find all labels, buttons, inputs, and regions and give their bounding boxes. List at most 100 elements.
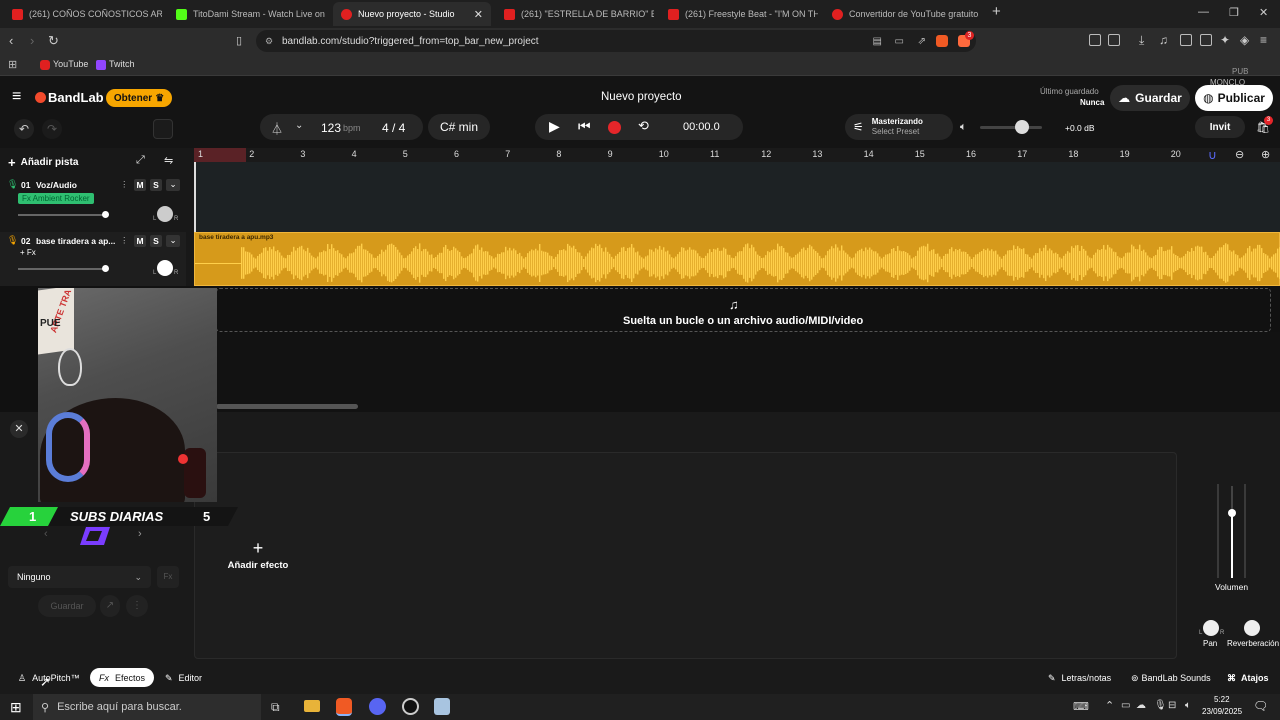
track-lane-1[interactable] <box>194 162 1280 232</box>
task-view-icon[interactable]: ⧉ <box>271 700 280 715</box>
discord-taskbar-icon[interactable] <box>369 698 386 715</box>
chevron-down-icon[interactable]: ⌄ <box>166 235 180 247</box>
track-volume-slider[interactable] <box>18 268 106 270</box>
horizontal-scrollbar[interactable] <box>216 404 358 409</box>
add-effect-button[interactable]: + Añadir efecto <box>223 539 293 575</box>
reverb-knob[interactable] <box>1244 620 1260 636</box>
next-chevron-icon[interactable]: › <box>138 528 142 540</box>
audio-clip[interactable]: base tiradera a apu.mp3 <box>194 232 1280 286</box>
time-signature[interactable]: 4 / 4 <box>382 121 405 135</box>
url-bar[interactable]: ⚙ bandlab.com/studio?triggered_from=top_… <box>256 30 976 52</box>
more-options-icon[interactable]: ⋮ <box>120 179 129 190</box>
pan-knob[interactable] <box>1203 620 1219 636</box>
clock-time[interactable]: 5:22 <box>1214 695 1230 704</box>
preset-dropdown[interactable]: Ninguno ⌄ <box>8 566 151 588</box>
extensions-icon[interactable] <box>1089 34 1101 46</box>
master-volume-slider[interactable] <box>980 126 1042 129</box>
apps-grid-icon[interactable]: ⊞ <box>8 58 17 71</box>
zoom-in-icon[interactable]: ⊕ <box>1261 148 1270 161</box>
master-volume-knob[interactable] <box>1015 120 1029 134</box>
browser-tab[interactable]: (261) COÑOS COÑOSTICOS ARISTO <box>4 2 162 26</box>
browser-tab[interactable]: (261) Freestyle Beat - "I'M ON THIS H <box>660 2 818 26</box>
wallet-icon[interactable] <box>1200 34 1212 46</box>
volume-tray-icon[interactable]: 🔈︎ <box>1185 700 1191 711</box>
obtener-button[interactable]: Obtener ♛ <box>106 89 172 107</box>
pan-knob[interactable] <box>157 206 173 222</box>
windows-start-icon[interactable]: ⊞ <box>10 699 22 716</box>
track-volume-slider[interactable] <box>18 214 106 216</box>
bookmark-twitch[interactable]: Twitch <box>109 59 135 69</box>
editor-tab[interactable]: ✎ Editor <box>165 670 202 686</box>
add-fx-button[interactable]: + Fx <box>20 248 36 257</box>
solo-button[interactable]: S <box>150 179 162 191</box>
add-track-button[interactable]: + Añadir pista <box>8 153 78 171</box>
file-explorer-icon[interactable] <box>304 700 320 712</box>
obs-taskbar-icon[interactable] <box>402 698 419 715</box>
chevron-down-icon[interactable]: ⌄ <box>295 120 303 131</box>
close-tab-icon[interactable]: ✕ <box>474 8 483 21</box>
metronome-icon[interactable]: ⏃ <box>271 120 283 137</box>
menu-icon[interactable]: ≡ <box>1260 33 1267 47</box>
more-options-icon[interactable]: ⋮ <box>126 595 148 617</box>
bookmark-icon[interactable]: ▯ <box>236 34 242 47</box>
timeline-ruler[interactable]: 1 2 3 4 5 6 7 8 9 10 11 12 13 14 15 16 17 18 19 20 ∪ ⊖ ⊕ <box>194 148 1280 162</box>
keyboard-icon[interactable]: ⌨ <box>1073 700 1089 713</box>
share-preset-icon[interactable]: ↗ <box>100 595 120 617</box>
invite-button[interactable]: Invit <box>1195 116 1245 138</box>
save-button[interactable]: ☁ Guardar <box>1110 85 1190 111</box>
drop-zone[interactable]: ♫ Suelta un bucle o un archivo audio/MID… <box>216 288 1271 332</box>
browser-tab[interactable]: TitoDami Stream - Watch Live on Kic <box>168 2 326 26</box>
back-icon[interactable]: ‹ <box>9 33 13 48</box>
cloud-tray-icon[interactable]: ☁ <box>1136 700 1146 711</box>
mute-button[interactable]: M <box>134 179 146 191</box>
magnet-icon[interactable]: ∪ <box>1208 148 1217 162</box>
cast-icon[interactable]: ▭ <box>895 36 904 47</box>
chevron-down-icon[interactable]: ⌄ <box>166 179 180 191</box>
mic-tray-icon[interactable]: 🎙︎ <box>1154 700 1167 711</box>
reload-icon[interactable]: ↻ <box>48 33 59 49</box>
brave-taskbar-icon[interactable] <box>336 698 352 716</box>
record-icon[interactable] <box>608 121 621 134</box>
prev-chevron-icon[interactable]: ‹ <box>44 528 48 540</box>
effects-tab[interactable]: Fx Efectos <box>90 668 154 687</box>
share-icon[interactable]: ⇗ <box>918 36 926 47</box>
track-volume-knob[interactable] <box>102 265 109 272</box>
project-title[interactable]: Nuevo proyecto <box>601 91 682 103</box>
download-icon[interactable]: ⤓ <box>1139 33 1144 48</box>
tab-manager-icon[interactable] <box>1108 34 1120 46</box>
pan-knob[interactable] <box>157 260 173 276</box>
sampler-icon[interactable] <box>153 119 173 139</box>
browser-tab[interactable]: Convertidor de YouTube gratuito a M <box>824 2 980 26</box>
mastering-button[interactable]: ⚟ Masterizando Select Preset <box>845 114 953 140</box>
leo-icon[interactable]: ✦ <box>1220 33 1230 47</box>
clock-date[interactable]: 23/09/2025 <box>1202 707 1242 716</box>
key-selector[interactable]: C# min <box>428 114 490 140</box>
volume-fader-knob[interactable] <box>1228 509 1236 517</box>
close-panel-icon[interactable]: ✕ <box>10 420 28 438</box>
browser-tab[interactable]: (261) "ESTRELLA DE BARRIO" Base de <box>496 2 654 26</box>
tray-icon[interactable]: ▭ <box>1121 700 1130 711</box>
bpm-value[interactable]: 123 <box>321 121 341 135</box>
solo-button[interactable]: S <box>150 235 162 247</box>
mute-button[interactable]: M <box>134 235 146 247</box>
loop-icon[interactable]: ⟲ <box>638 118 649 134</box>
close-window-button[interactable]: ✕ <box>1259 6 1268 19</box>
track-settings-icon[interactable]: ⇋ <box>164 154 173 167</box>
browser-tab-active[interactable]: Nuevo proyecto - Studio ✕ <box>333 2 491 26</box>
chevron-up-icon[interactable]: ⌃ <box>1105 699 1114 712</box>
save-preset-button[interactable]: Guardar <box>38 595 96 617</box>
track-header-1[interactable]: 🎙︎ 01 Voz/Audio ⋮ M S ⌄ Fx Ambient Rocke… <box>0 176 186 232</box>
minimize-button[interactable]: — <box>1198 6 1209 18</box>
skip-back-icon[interactable]: ⏮ <box>578 118 591 135</box>
fx-preset-button[interactable]: Fx <box>157 566 179 588</box>
forward-icon[interactable]: › <box>30 33 34 48</box>
track-name[interactable]: Voz/Audio <box>36 180 77 190</box>
more-options-icon[interactable]: ⋮ <box>120 235 129 246</box>
notifications-icon[interactable]: 🗨︎ <box>1253 699 1268 713</box>
new-tab-button[interactable]: + <box>992 3 1001 20</box>
network-icon[interactable]: ⊟ <box>1168 700 1176 711</box>
taskbar-search-box[interactable]: ⚲ Escribe aquí para buscar. <box>33 694 261 720</box>
app-taskbar-icon[interactable] <box>434 698 450 715</box>
track-header-2[interactable]: 🎙︎ 02 base tiradera a ap... ⋮ M S ⌄ + Fx… <box>0 232 186 286</box>
vpn-icon[interactable]: ◈ <box>1240 33 1249 47</box>
